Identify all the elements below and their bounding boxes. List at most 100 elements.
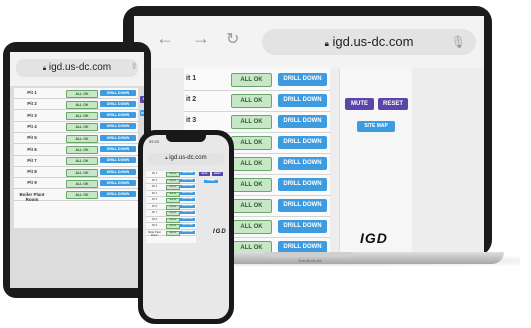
all-ok-status: ALL OK (66, 179, 98, 188)
phone-notch (166, 135, 206, 142)
laptop-url-text: igd.us-dc.com (332, 34, 414, 49)
drill-down-button[interactable]: DRILL DOWN (180, 230, 195, 234)
point-row: it 1 ALL OK DRILL DOWN (184, 70, 330, 91)
drill-down-button[interactable]: DRILL DOWN (278, 115, 327, 128)
drill-down-button[interactable]: DRILL DOWN (100, 134, 136, 141)
drill-down-button[interactable]: DRILL DOWN (180, 211, 195, 214)
point-label: Boiler Plant Room (148, 230, 161, 237)
point-label: Pit 4 (151, 191, 157, 195)
point-row: Pit 7 ALL OK DRILL DOWN (14, 156, 138, 167)
point-row: Boiler Plant Room ALL OK DRILL DOWN (146, 230, 196, 237)
site-map-button[interactable]: SITE MAP (357, 121, 395, 132)
phone-mute-button[interactable]: MUTE (199, 172, 210, 176)
drill-down-button[interactable]: DRILL DOWN (278, 199, 327, 212)
point-label: it 2 (186, 96, 197, 103)
drill-down-button[interactable]: DRILL DOWN (100, 123, 136, 130)
drill-down-button[interactable]: DRILL DOWN (100, 157, 136, 164)
drill-down-button[interactable]: DRILL DOWN (278, 241, 327, 252)
all-ok-status: ALL OK (66, 134, 98, 143)
all-ok-status: ALL OK (166, 224, 180, 229)
lock-icon: 🔒︎ (165, 155, 168, 160)
all-ok-status: ALL OK (66, 168, 98, 177)
all-ok-status: ALL OK (66, 112, 98, 121)
point-label: Pit 3 (27, 112, 37, 118)
all-ok-status: ALL OK (231, 241, 272, 252)
phone-reset-button[interactable]: RESET (212, 172, 223, 176)
drill-down-button[interactable]: DRILL DOWN (100, 168, 136, 175)
drill-down-button[interactable]: DRILL DOWN (100, 100, 136, 107)
drill-down-button[interactable]: DRILL DOWN (100, 146, 136, 152)
back-icon[interactable]: ← (156, 28, 174, 49)
tablet-url-text: igd.us-dc.com (48, 62, 112, 73)
all-ok-status: ALL OK (166, 172, 180, 177)
point-row: Pit 6 ALL OK DRILL DOWN (14, 145, 138, 156)
all-ok-status: ALL OK (231, 220, 272, 234)
phone-site-map-button[interactable]: SITE MAP (204, 180, 218, 183)
all-ok-status: ALL OK (166, 230, 180, 236)
drill-down-button[interactable]: DRILL DOWN (180, 172, 195, 175)
mic-icon[interactable]: 🎙︎ (451, 35, 466, 49)
drill-down-button[interactable]: DRILL DOWN (180, 178, 195, 182)
drill-down-button[interactable]: DRILL DOWN (180, 191, 195, 195)
drill-down-button[interactable]: DRILL DOWN (180, 204, 195, 208)
phone-point-list: Pit 1 ALL OK DRILL DOWN Pit 2 ALL OK DRILL DO… (146, 171, 196, 243)
drill-down-button[interactable]: DRILL DOWN (180, 185, 195, 188)
drill-down-button[interactable]: DRILL DOWN (180, 198, 195, 201)
point-label: Pit 1 (27, 90, 37, 95)
mute-button[interactable]: MUTE (345, 98, 374, 110)
point-label: Pit 9 (151, 224, 157, 227)
drill-down-button[interactable]: DRILL DOWN (100, 179, 136, 186)
all-ok-status: ALL OK (166, 198, 180, 203)
drill-down-button[interactable]: DRILL DOWN (180, 217, 195, 221)
all-ok-status: ALL OK (166, 185, 180, 190)
phone-igd-logo: IGD (213, 229, 227, 235)
drill-down-button[interactable]: DRILL DOWN (100, 112, 136, 119)
all-ok-status: ALL OK (231, 73, 272, 87)
share-icon[interactable]: ⇪ (130, 61, 138, 72)
all-ok-status: ALL OK (166, 211, 180, 216)
reload-icon[interactable]: ↻ (226, 29, 239, 49)
point-row: Pit 3 ALL OK DRILL DOWN (14, 111, 138, 122)
tablet-address-bar[interactable]: 🔒︎ igd.us-dc.com (16, 59, 138, 77)
all-ok-status: ALL OK (166, 178, 180, 184)
laptop-address-bar[interactable]: 🔒︎ igd.us-dc.com 🎙︎ (262, 29, 476, 55)
tablet-browser-bar: 🔒︎ igd.us-dc.com ⇪ (10, 52, 144, 86)
drill-down-button[interactable]: DRILL DOWN (100, 89, 136, 96)
all-ok-status: ALL OK (66, 123, 98, 132)
drill-down-button[interactable]: DRILL DOWN (278, 178, 327, 191)
phone-address-bar[interactable]: 🔒︎ igd.us-dc.com (147, 153, 225, 165)
point-label: Pit 5 (27, 135, 37, 141)
all-ok-status: ALL OK (66, 146, 98, 154)
laptop-browser-bar: ← → ↻ 🔒︎ igd.us-dc.com 🎙︎ (134, 16, 484, 68)
point-label: Pit 7 (151, 211, 157, 214)
point-row: Pit 8 ALL OK DRILL DOWN (14, 167, 138, 179)
all-ok-status: ALL OK (66, 157, 98, 166)
drill-down-button[interactable]: DRILL DOWN (278, 136, 327, 149)
drill-down-button[interactable]: DRILL DOWN (278, 73, 327, 86)
all-ok-status: ALL OK (231, 178, 272, 192)
all-ok-status: ALL OK (166, 217, 180, 223)
phone-time: 09:33 (149, 139, 160, 144)
tablet-screen: 🔒︎ igd.us-dc.com ⇪ Pit 1 ALL OK DRILL DOWN… (10, 52, 144, 288)
all-ok-status: ALL OK (231, 199, 272, 213)
point-label: it 1 (186, 75, 197, 82)
tablet-site-map-button[interactable]: SITE MAP (140, 110, 144, 116)
point-label: Pit 5 (151, 198, 157, 201)
tablet-mute-button[interactable]: MUTE (140, 96, 144, 103)
point-row: it 2 ALL OK DRILL DOWN (184, 91, 330, 112)
point-label: Pit 4 (27, 123, 37, 129)
drill-down-button[interactable]: DRILL DOWN (180, 224, 195, 227)
drill-down-button[interactable]: DRILL DOWN (278, 94, 327, 107)
drill-down-button[interactable]: DRILL DOWN (278, 220, 327, 233)
drill-down-button[interactable]: DRILL DOWN (100, 191, 136, 198)
reset-button[interactable]: RESET (378, 98, 408, 110)
point-row: Pit 5 ALL OK DRILL DOWN (14, 133, 138, 145)
point-row: Pit 4 ALL OK DRILL DOWN (14, 122, 138, 133)
all-ok-status: ALL OK (66, 100, 98, 109)
drill-down-button[interactable]: DRILL DOWN (278, 157, 327, 170)
point-label: Pit 3 (151, 185, 157, 188)
phone-screen: 09:33 🔒︎ igd.us-dc.com Pit 1 ALL OK DRILL … (143, 135, 229, 319)
all-ok-status: ALL OK (66, 191, 98, 200)
forward-icon[interactable]: → (192, 28, 210, 49)
point-row: Boiler Plant Room ALL OK DRILL DOWN (14, 190, 138, 202)
